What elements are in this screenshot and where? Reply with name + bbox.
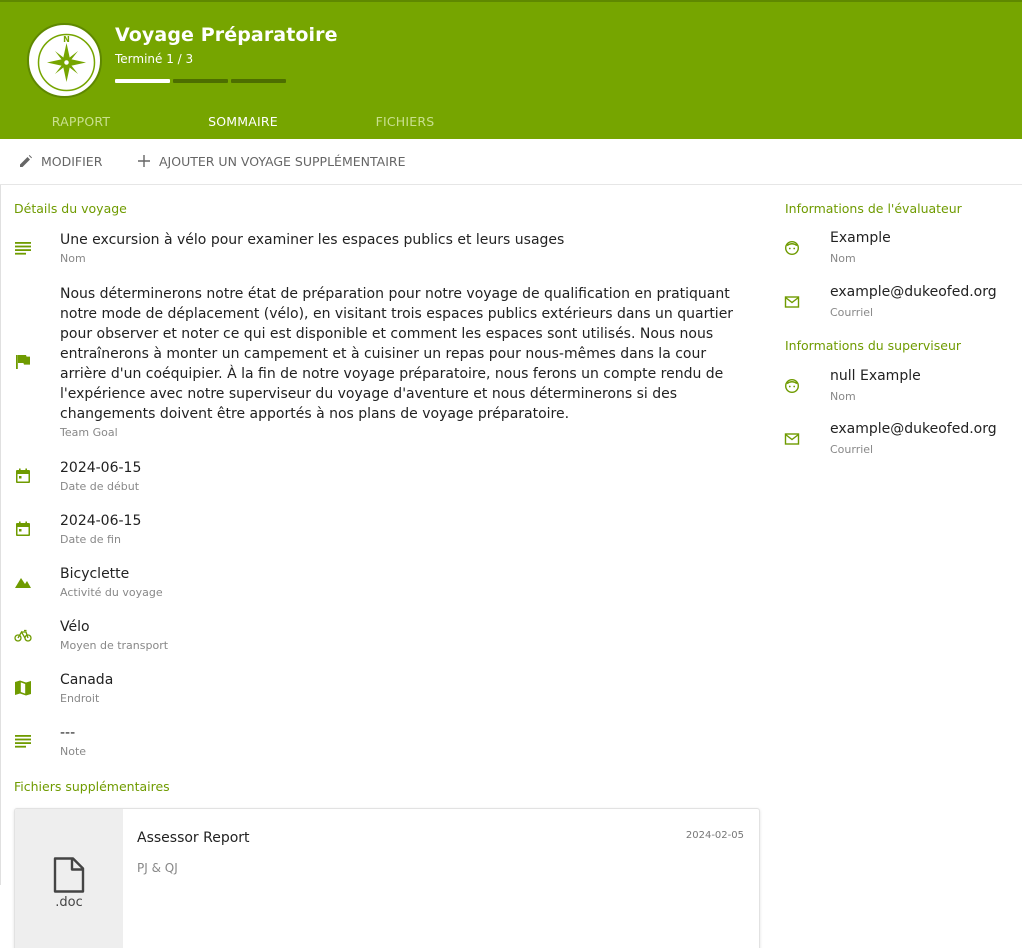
file-card[interactable]: .doc Assessor Report PJ & QJ 2024-02-05 [14, 808, 760, 948]
notes-icon [15, 242, 31, 255]
map-icon [15, 680, 31, 696]
note-label: Note [60, 745, 87, 758]
tab-sommaire[interactable]: SOMMAIRE [162, 105, 324, 141]
assessor-email-label: Courriel [830, 306, 874, 319]
activity-value: Bicyclette [60, 566, 130, 582]
assessor-name-value: Example [830, 230, 891, 246]
progress-bar [115, 79, 286, 83]
supervisor-name-label: Nom [830, 390, 856, 403]
detail-row-transport: Vélo Moyen de transport [0, 617, 760, 657]
supervisor-name-value: null Example [830, 368, 921, 384]
progress-segment-2 [173, 79, 228, 83]
location-label: Endroit [60, 692, 100, 705]
add-trip-button-label: AJOUTER UN VOYAGE SUPPLÉMENTAIRE [159, 153, 406, 169]
app-header: N Voyage Préparatoire Terminé 1 / 3 RAPP… [0, 0, 1022, 141]
trip-details-heading: Détails du voyage [14, 201, 127, 216]
notes-icon [15, 735, 31, 748]
compass-north-letter: N [63, 35, 70, 44]
supervisor-email-value[interactable]: example@dukeofed.org [830, 421, 997, 437]
face-icon [784, 378, 800, 394]
assessor-email-value[interactable]: example@dukeofed.org [830, 284, 997, 300]
assessor-heading: Informations de l'évaluateur [785, 201, 962, 216]
tab-rapport[interactable]: RAPPORT [0, 105, 162, 141]
tab-bar: RAPPORT SOMMAIRE FICHIERS [0, 105, 486, 141]
assessor-name-label: Nom [830, 252, 856, 265]
flag-icon [16, 355, 30, 369]
end-date-value: 2024-06-15 [60, 513, 142, 529]
assessor-name-row: Example Nom [784, 230, 1020, 270]
note-value: --- [60, 725, 76, 741]
supervisor-heading: Informations du superviseur [785, 338, 962, 353]
page-title: Voyage Préparatoire [115, 24, 338, 46]
activity-label: Activité du voyage [60, 586, 163, 599]
supervisor-email-row: example@dukeofed.org Courriel [784, 421, 1020, 461]
face-icon [784, 240, 800, 256]
file-thumbnail: .doc [15, 809, 123, 948]
detail-row-team-goal: Nous déterminerons notre état de prépara… [0, 284, 760, 444]
end-date-label: Date de fin [60, 533, 121, 546]
detail-row-location: Canada Endroit [0, 670, 760, 710]
location-value: Canada [60, 672, 114, 688]
mail-icon [784, 296, 800, 308]
detail-row-name: Une excursion à vélo pour examiner les e… [0, 230, 760, 270]
mountain-icon [15, 578, 31, 588]
tab-fichiers[interactable]: FICHIERS [324, 105, 486, 141]
progress-status: Terminé 1 / 3 [115, 52, 194, 66]
action-toolbar: MODIFIER AJOUTER UN VOYAGE SUPPLÉMENTAIR… [0, 139, 1022, 185]
detail-row-note: --- Note [0, 723, 760, 763]
supervisor-email-label: Courriel [830, 443, 874, 456]
start-date-label: Date de début [60, 480, 140, 493]
transport-value: Vélo [60, 619, 90, 635]
file-name: Assessor Report [137, 830, 250, 846]
team-goal-value: Nous déterminerons notre état de prépara… [60, 286, 734, 422]
file-description: PJ & QJ [137, 861, 178, 875]
detail-row-start-date: 2024-06-15 Date de début [0, 458, 760, 498]
mail-icon [784, 433, 800, 445]
transport-label: Moyen de transport [60, 639, 169, 652]
detail-row-activity: Bicyclette Activité du voyage [0, 564, 760, 604]
file-extension: .doc [55, 895, 83, 910]
bicycle-icon [14, 629, 32, 642]
detail-row-end-date: 2024-06-15 Date de fin [0, 511, 760, 551]
calendar-icon [16, 468, 30, 483]
compass-badge: N [27, 23, 102, 98]
assessor-email-row: example@dukeofed.org Courriel [784, 284, 1020, 324]
trip-name-label: Nom [60, 252, 86, 265]
team-goal-label: Team Goal [60, 426, 118, 439]
edit-button-label: MODIFIER [41, 153, 103, 169]
edit-button[interactable]: MODIFIER [18, 153, 102, 169]
compass-icon: N [37, 33, 96, 92]
trip-name-value: Une excursion à vélo pour examiner les e… [60, 232, 565, 248]
file-date: 2024-02-05 [685, 830, 744, 841]
progress-segment-1 [115, 79, 170, 83]
document-icon [53, 857, 85, 893]
pencil-icon [20, 155, 32, 167]
plus-icon [138, 155, 150, 167]
start-date-value: 2024-06-15 [60, 460, 142, 476]
supervisor-name-row: null Example Nom [784, 368, 1020, 408]
calendar-icon [16, 521, 30, 536]
add-trip-button[interactable]: AJOUTER UN VOYAGE SUPPLÉMENTAIRE [136, 153, 405, 169]
progress-segment-3 [231, 79, 286, 83]
additional-files-heading: Fichiers supplémentaires [14, 779, 170, 794]
